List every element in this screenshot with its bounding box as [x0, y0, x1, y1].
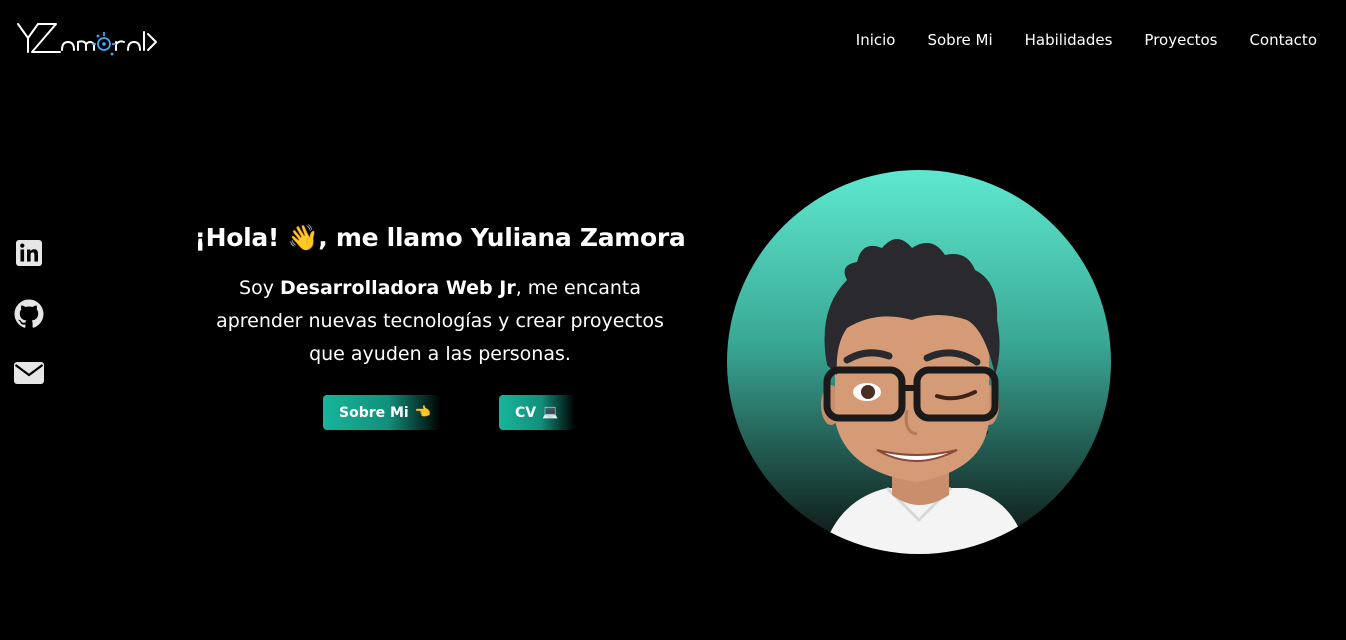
nav-sobre-mi[interactable]: Sobre Mi — [927, 30, 992, 50]
social-links — [13, 238, 45, 388]
hero-section: ¡Hola! 👋, me llamo Yuliana Zamora Soy De… — [190, 220, 690, 371]
hero-buttons: Sobre Mi 👈 CV 💻 — [323, 395, 575, 430]
laptop-emoji: 💻 — [542, 405, 559, 420]
pointing-left-emoji: 👈 — [414, 405, 431, 420]
logo[interactable] — [16, 20, 162, 60]
main-nav: Inicio Sobre Mi Habilidades Proyectos Co… — [856, 30, 1317, 50]
mail-icon[interactable] — [13, 358, 45, 388]
nav-contacto[interactable]: Contacto — [1249, 30, 1317, 50]
wave-emoji: 👋 — [287, 223, 319, 252]
nav-proyectos[interactable]: Proyectos — [1144, 30, 1217, 50]
hero-title-prefix: ¡Hola! — [194, 223, 288, 252]
page: Inicio Sobre Mi Habilidades Proyectos Co… — [0, 0, 1346, 640]
cv-button-label: CV — [515, 404, 537, 421]
linkedin-icon[interactable] — [13, 238, 45, 268]
hero-title-suffix: , me llamo Yuliana Zamora — [318, 223, 686, 252]
nav-habilidades[interactable]: Habilidades — [1025, 30, 1113, 50]
hero-desc-role: Desarrolladora Web Jr — [279, 277, 516, 299]
hero-description: Soy Desarrolladora Web Jr, me encanta ap… — [200, 272, 680, 371]
avatar — [727, 170, 1111, 554]
hero-desc-prefix: Soy — [239, 277, 280, 299]
sobre-mi-button[interactable]: Sobre Mi 👈 — [323, 395, 441, 430]
hero-title: ¡Hola! 👋, me llamo Yuliana Zamora — [190, 220, 690, 256]
github-icon[interactable] — [13, 298, 45, 328]
sobre-mi-button-label: Sobre Mi — [339, 404, 409, 421]
nav-inicio[interactable]: Inicio — [856, 30, 896, 50]
cv-button[interactable]: CV 💻 — [499, 395, 575, 430]
